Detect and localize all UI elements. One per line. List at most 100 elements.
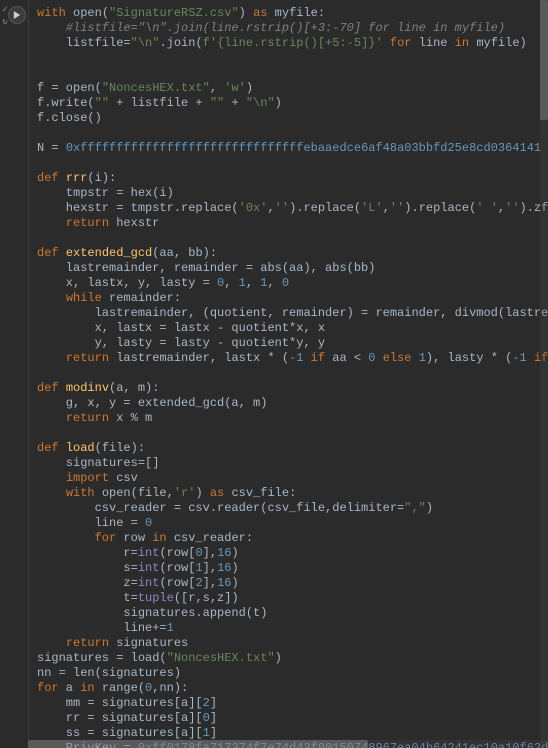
t: (row[ xyxy=(159,561,195,575)
n: 1 xyxy=(203,726,210,740)
n: 16 xyxy=(217,576,231,590)
t: ) xyxy=(246,81,253,95)
t: ).replace( xyxy=(289,201,361,215)
s: "SignatureRSZ.csv" xyxy=(109,6,239,20)
t: f.write( xyxy=(37,96,95,110)
t: , xyxy=(224,276,238,290)
fn: modinv xyxy=(66,381,109,395)
t: myfile) xyxy=(469,36,527,50)
n: 0x xyxy=(66,141,80,155)
n: 0 xyxy=(203,711,210,725)
sp xyxy=(37,531,95,545)
t: csv_reader: xyxy=(167,531,253,545)
kw: as xyxy=(210,486,224,500)
t: , xyxy=(267,276,281,290)
kw: return xyxy=(66,216,109,230)
t: signatures = load( xyxy=(37,651,167,665)
t: ).replace( xyxy=(404,201,476,215)
t: ) xyxy=(275,96,282,110)
sp xyxy=(412,351,419,365)
t: aa < xyxy=(325,351,368,365)
t: f = open( xyxy=(37,81,102,95)
bi: int xyxy=(138,561,160,575)
s: "" xyxy=(95,96,109,110)
bi: tuple xyxy=(138,591,174,605)
cell-status-marks: ✓ ↻ xyxy=(2,6,8,27)
t: ) xyxy=(195,486,209,500)
t: r= xyxy=(37,546,138,560)
vertical-scrollbar-thumb[interactable] xyxy=(540,0,548,120)
s: ' ' xyxy=(476,201,498,215)
fn: load xyxy=(66,441,95,455)
t: .join( xyxy=(159,36,202,50)
s: 'L' xyxy=(361,201,383,215)
n: 2 xyxy=(195,576,202,590)
t: ], xyxy=(203,546,217,560)
t: ) xyxy=(231,546,238,560)
editor-gutter: ✓ ↻ xyxy=(0,0,28,748)
t: rr = signatures[a][ xyxy=(37,711,203,725)
t: , xyxy=(267,201,274,215)
t: (row[ xyxy=(159,546,195,560)
sp xyxy=(37,411,66,425)
s: "" xyxy=(210,96,224,110)
t: signatures.append(t) xyxy=(37,606,267,620)
t: s= xyxy=(37,561,138,575)
t: a xyxy=(59,681,81,695)
t: (i): xyxy=(87,171,116,185)
t: ] xyxy=(210,696,217,710)
n: 16 xyxy=(217,546,231,560)
t: line xyxy=(412,36,455,50)
t: signatures xyxy=(109,636,188,650)
t: ) xyxy=(231,561,238,575)
t: ) xyxy=(426,501,433,515)
t: line = xyxy=(37,516,145,530)
t: ] xyxy=(210,711,217,725)
s: "NoncesHEX.txt" xyxy=(102,81,210,95)
t: csv_file: xyxy=(224,486,296,500)
loop-icon: ↻ xyxy=(2,18,7,27)
sp xyxy=(59,246,66,260)
kw: for xyxy=(390,36,412,50)
code-content: with open("SignatureRSZ.csv") as myfile:… xyxy=(37,6,548,748)
t: g, x, y = extended_gcd(a, m) xyxy=(37,396,267,410)
t: z= xyxy=(37,576,138,590)
kw: def xyxy=(37,246,59,260)
t: nn = len(signatures) xyxy=(37,666,181,680)
code-editor: ✓ ↻ with open("SignatureRSZ.csv") as myf… xyxy=(0,0,548,748)
n: 1 xyxy=(167,621,174,635)
sp xyxy=(59,171,66,185)
horizontal-scrollbar-thumb[interactable] xyxy=(28,740,368,748)
t: ] xyxy=(210,726,217,740)
code-text-area[interactable]: with open("SignatureRSZ.csv") as myfile:… xyxy=(28,0,548,748)
t: f.close() xyxy=(37,111,102,125)
t: ) xyxy=(231,576,238,590)
s: "\n" xyxy=(246,96,275,110)
t: listfile= xyxy=(37,36,131,50)
run-cell-button[interactable] xyxy=(8,6,26,24)
sp xyxy=(37,471,66,485)
t: ([r,s,z]) xyxy=(174,591,239,605)
kw: def xyxy=(37,381,59,395)
n: 1 xyxy=(239,276,246,290)
t: hexstr xyxy=(109,216,159,230)
s: f'{line.rstrip()[+5:-5]}' xyxy=(203,36,383,50)
n: 16 xyxy=(217,561,231,575)
t: x, lastx = lastx - quotient*x, x xyxy=(37,321,325,335)
t: y, lasty = lasty - quotient*y, y xyxy=(37,336,325,350)
kw: as xyxy=(253,6,267,20)
s: '' xyxy=(505,201,519,215)
s: 'r' xyxy=(174,486,196,500)
sp xyxy=(37,216,66,230)
t: remainder: xyxy=(102,291,181,305)
vertical-scrollbar[interactable] xyxy=(540,0,548,748)
t: ], xyxy=(203,576,217,590)
s: '' xyxy=(275,201,289,215)
t: tmpstr = hex(i) xyxy=(37,186,174,200)
kw: import xyxy=(66,471,109,485)
t: (a, m): xyxy=(109,381,159,395)
horizontal-scrollbar[interactable] xyxy=(28,740,548,748)
t: (file): xyxy=(95,441,145,455)
kw: for xyxy=(37,681,59,695)
n: 2 xyxy=(203,696,210,710)
